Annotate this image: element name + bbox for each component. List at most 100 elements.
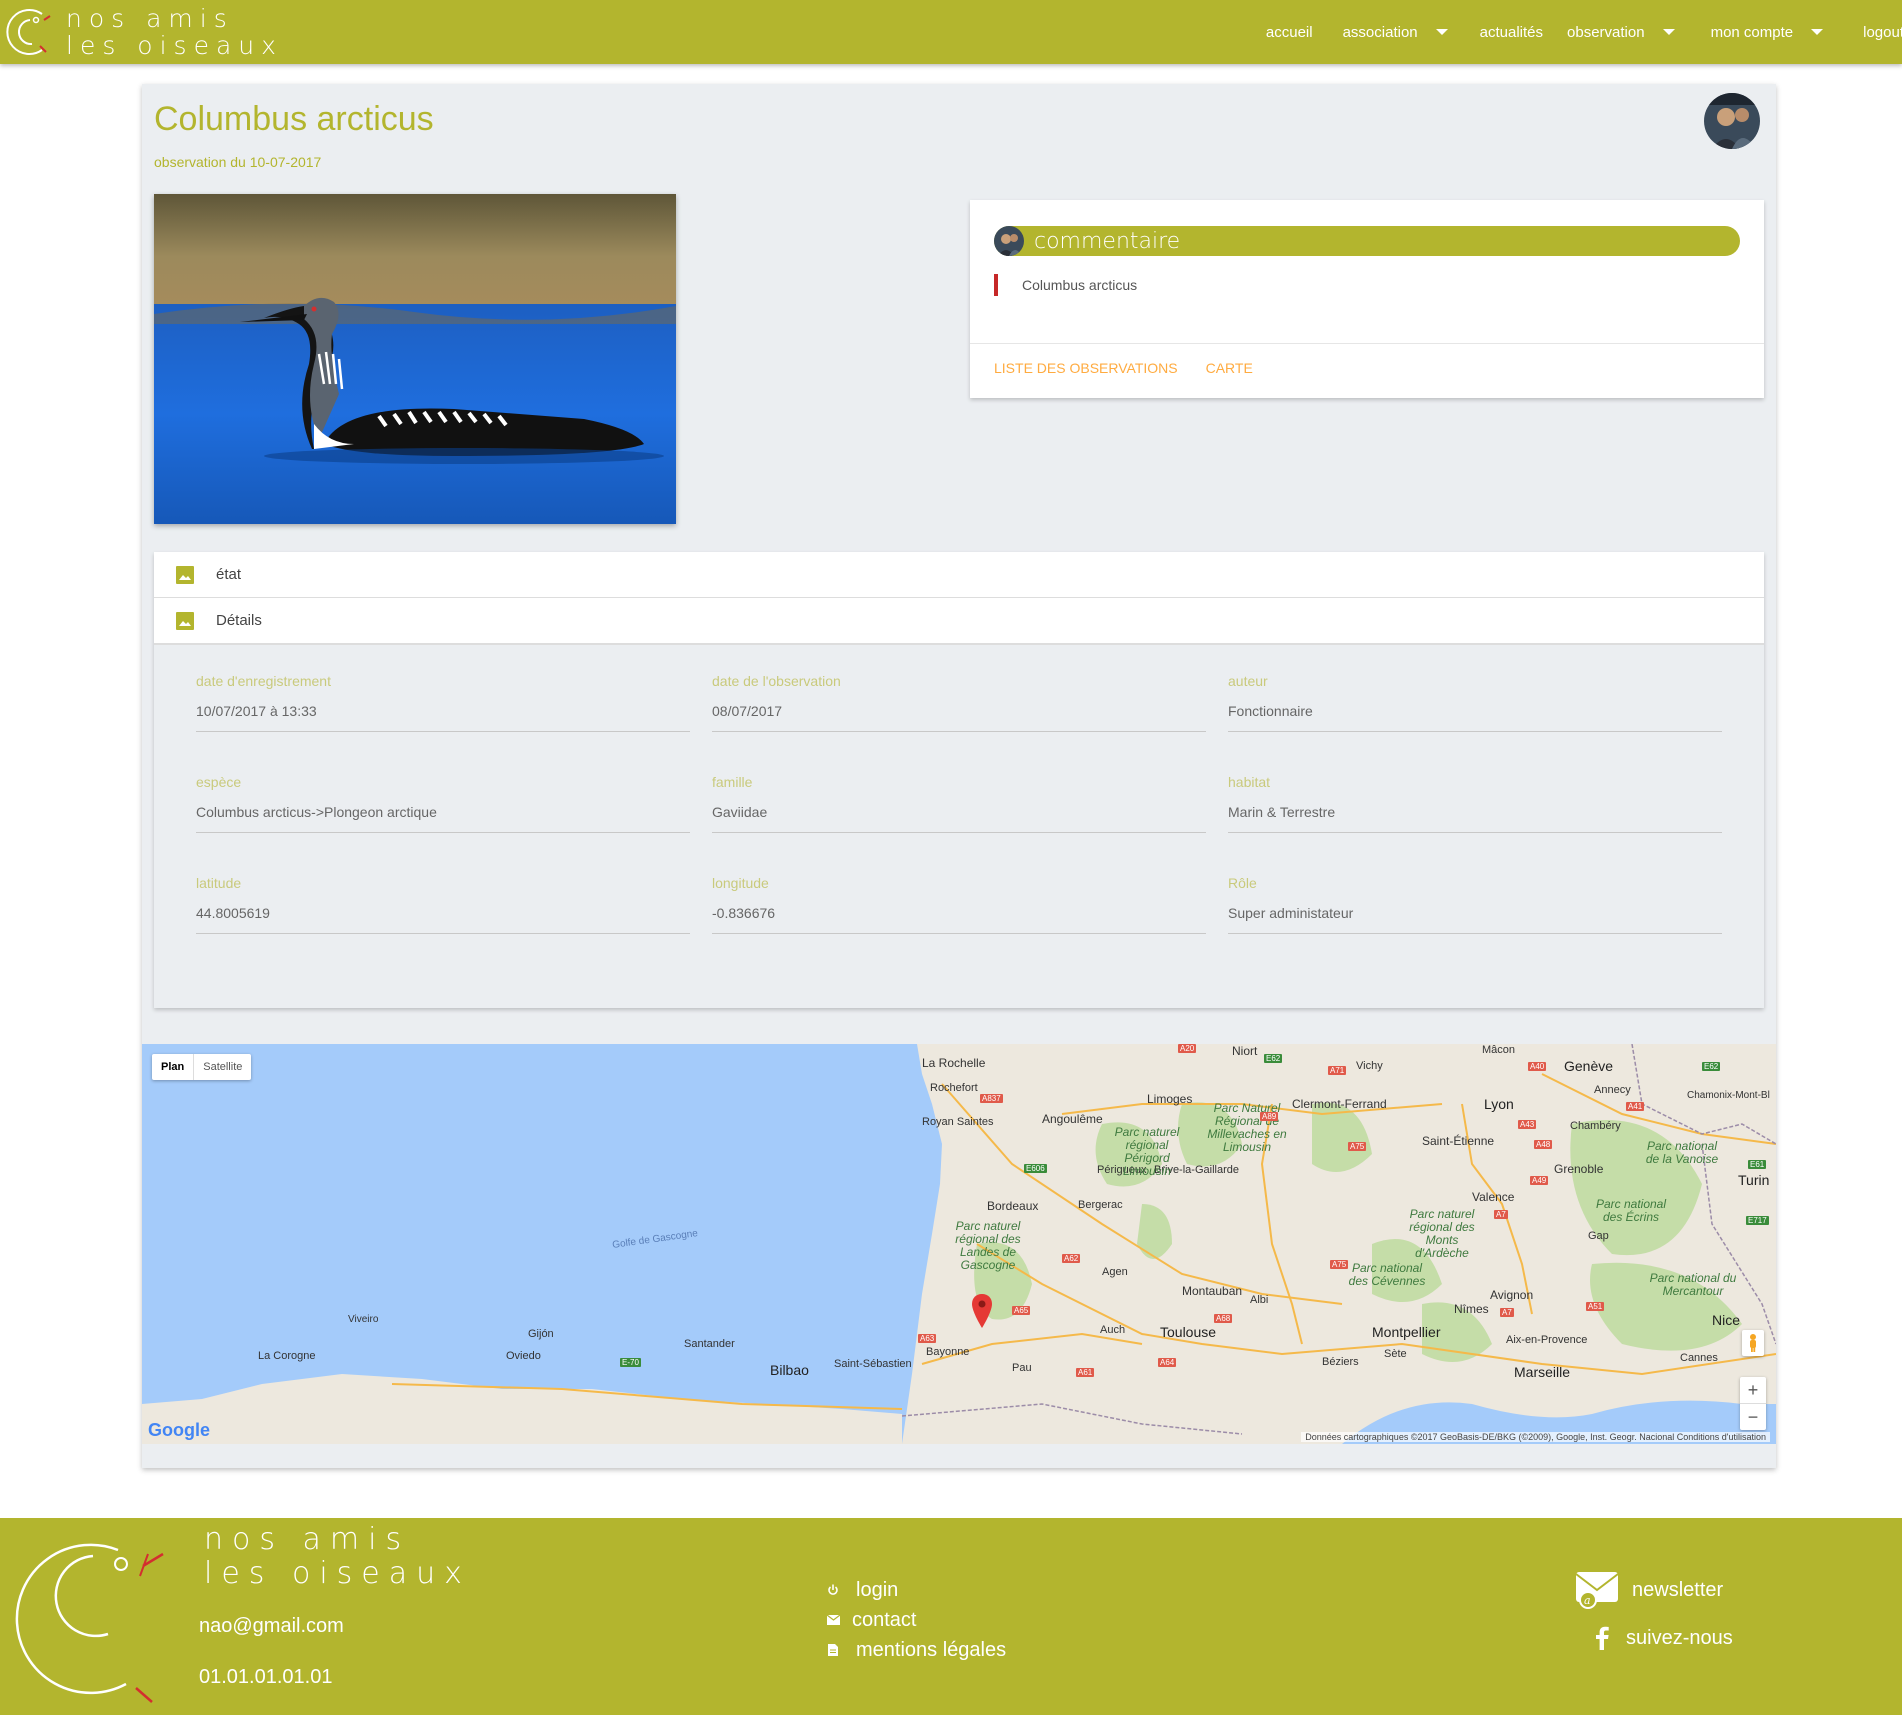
field-value[interactable]: Gaviidae [712,804,1206,833]
map-park: Parc national du Mercantour [1649,1271,1737,1298]
nav-logout-label: logout [1863,23,1902,41]
map-city: Saint-Étienne [1422,1134,1495,1148]
street-view-pegman-icon[interactable] [1742,1330,1764,1356]
map-city: Montpellier [1372,1324,1441,1340]
field-famille: famille Gaviidae [712,774,1206,833]
google-logo[interactable]: Google [148,1420,210,1441]
map-city: Mâcon [1482,1044,1516,1056]
road-label: E-70 [620,1358,641,1367]
map-type-satellite[interactable]: Satellite [193,1054,251,1080]
nav-accueil[interactable]: accueil [1266,24,1313,41]
road-label: A62 [1062,1254,1081,1263]
facebook-icon [1596,1626,1609,1650]
nav-logout[interactable]: logout [1863,24,1902,41]
footer-email[interactable]: nao@gmail.com [199,1615,344,1638]
road-label: A49 [1530,1176,1549,1185]
map-city: Angoulême [1042,1112,1103,1126]
footer-brand-line-2: les oiseaux [204,1556,471,1591]
field-label: auteur [1228,673,1268,689]
map-city: Royan Saintes [922,1116,994,1128]
observation-card: Columbus arcticus observation du 10-07-2… [142,84,1776,1468]
field-longitude: longitude -0.836676 [712,875,1206,934]
map-city: Turin [1738,1172,1770,1188]
road-label: E606 [1024,1164,1047,1173]
footer-login-link[interactable]: login [826,1575,1006,1605]
field-value[interactable]: Super administateur [1228,905,1722,934]
footer-contact-link[interactable]: contact [826,1605,1006,1635]
map-city: Chambéry [1570,1120,1621,1132]
field-value[interactable]: Marin & Terrestre [1228,804,1722,833]
footer-brand-line-1: nos amis [204,1522,411,1557]
user-avatar[interactable] [1704,93,1760,149]
newsletter-link[interactable]: a newsletter [1574,1570,1733,1610]
brand-line-2: les oiseaux [66,31,283,60]
map-park: Parc naturel régional des Landes de Gasc… [955,1219,1021,1272]
field-label: espèce [196,774,242,790]
comment-text: Columbus arcticus [994,274,1137,296]
map-city: Aix-en-Provence [1506,1334,1588,1346]
google-map[interactable]: Plan Satellite Golfe de Gascogne La Roch… [142,1044,1776,1444]
road-label: A40 [1528,1062,1547,1071]
caret-down-icon [1435,29,1448,35]
road-label: A837 [980,1094,1003,1103]
details-body: date d'enregistrement 10/07/2017 à 13:33… [154,644,1764,1008]
observation-title: Columbus arcticus [154,100,434,138]
map-city: Bordeaux [987,1199,1039,1213]
road-label: A51 [1586,1302,1605,1311]
road-label: A75 [1348,1142,1367,1151]
field-value[interactable]: -0.836676 [712,905,1206,934]
map-park: Parc national de la Vanoise [1645,1139,1719,1166]
road-label: A61 [1076,1368,1095,1377]
field-latitude: latitude 44.8005619 [196,875,690,934]
map-city: Gap [1588,1230,1609,1242]
map-marker-icon[interactable] [972,1294,992,1328]
map-city: La Corogne [258,1350,316,1362]
nav-observation-label: observation [1567,23,1645,41]
footer-legal-link[interactable]: mentions légales [826,1635,1006,1665]
field-value[interactable]: Columbus arcticus->Plongeon arctique [196,804,690,833]
top-navbar: nos amis les oiseaux accueil association… [0,0,1902,64]
map-city: Saint-Sébastien [834,1358,912,1370]
map-park: Parc naturel régional des Monts d'Ardèch… [1409,1207,1475,1260]
map-city: Sète [1384,1348,1407,1360]
list-observations-link[interactable]: LISTE DES OBSERVATIONS [994,360,1178,376]
zoom-in-button[interactable]: + [1740,1377,1766,1403]
facebook-link[interactable]: suivez-nous [1594,1626,1733,1650]
map-park: Parc national des Cévennes [1348,1261,1426,1288]
map-city: Nice [1712,1312,1741,1328]
field-value[interactable]: 44.8005619 [196,905,690,934]
map-city: Toulouse [1160,1324,1217,1340]
field-label: Rôle [1228,875,1257,891]
collapsible-header-details[interactable]: Détails [154,598,1764,644]
caret-down-icon [1662,29,1675,35]
comment-actions: LISTE DES OBSERVATIONS CARTE [994,360,1253,376]
nav-mon-compte[interactable]: mon compte [1711,24,1824,41]
nav-association[interactable]: association [1343,24,1448,41]
power-icon [826,1583,840,1597]
brand-logo[interactable]: nos amis les oiseaux [0,0,283,64]
nav-accueil-label: accueil [1265,23,1313,41]
road-label: A43 [1518,1120,1537,1129]
road-label: A7 [1494,1210,1508,1219]
road-label: E62 [1702,1062,1721,1071]
nav-actualites[interactable]: actualités [1480,24,1543,41]
zoom-out-button[interactable]: − [1740,1404,1766,1430]
map-city: Marseille [1514,1364,1571,1380]
field-role: Rôle Super administateur [1228,875,1722,934]
map-attribution[interactable]: Données cartographiques ©2017 GeoBasis-D… [1301,1432,1770,1442]
field-value[interactable]: 10/07/2017 à 13:33 [196,703,690,732]
field-value[interactable]: Fonctionnaire [1228,703,1722,732]
road-label: E717 [1746,1216,1769,1225]
field-label: date d'enregistrement [196,673,331,689]
brand-line-1: nos amis [66,4,234,33]
road-label: A65 [1012,1306,1031,1315]
comment-header-label: commentaire [1034,228,1181,254]
nav-observation[interactable]: observation [1567,24,1675,41]
map-city: Cannes [1680,1352,1718,1364]
map-city: Pau [1012,1362,1032,1374]
collapsible-header-etat[interactable]: état [154,552,1764,598]
map-link[interactable]: CARTE [1206,360,1253,376]
map-type-plan[interactable]: Plan [152,1054,193,1080]
field-value[interactable]: 08/07/2017 [712,703,1206,732]
map-city: Santander [684,1338,735,1350]
